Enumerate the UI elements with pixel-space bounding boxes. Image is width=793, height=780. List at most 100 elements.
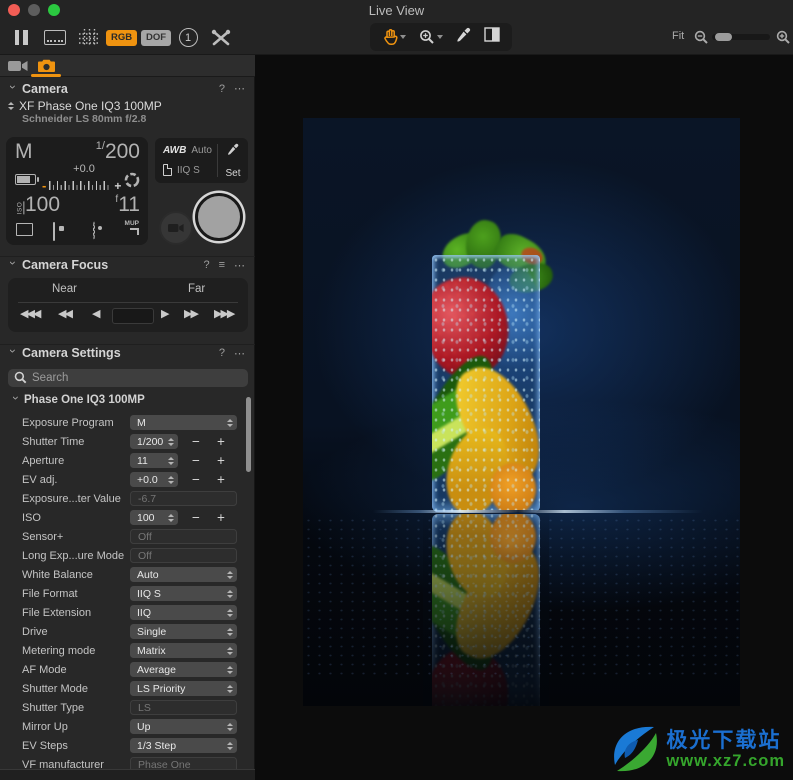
setting-dropdown[interactable]: Matrix [130, 643, 237, 658]
zoom-in-button[interactable] [774, 20, 792, 55]
setting-dropdown[interactable]: Auto [130, 567, 237, 582]
focus-far-small-button[interactable]: ▶ [161, 307, 170, 320]
iso-label: ISO [16, 201, 25, 215]
setting-stepper-field[interactable]: 100 [130, 510, 178, 525]
setting-value: Off [138, 530, 152, 543]
setting-label: Mirror Up [22, 720, 68, 733]
settings-row: Drive Single [0, 622, 255, 641]
setting-dropdown[interactable]: Average [130, 662, 237, 677]
setting-dropdown[interactable]: 1/3 Step [130, 738, 237, 753]
increment-button[interactable]: + [213, 453, 229, 468]
settings-group-header[interactable]: › Phase One IQ3 100MP [9, 393, 145, 407]
set-format-button[interactable]: Set [221, 163, 245, 181]
ev-readout[interactable]: +0.0 [73, 163, 95, 175]
collapse-chevron-icon: › [6, 261, 20, 265]
search-input[interactable] [8, 369, 248, 387]
rgb-readout-toggle[interactable]: RGB [106, 20, 138, 55]
setting-readonly-field: -6.7 [130, 491, 237, 506]
settings-row: EV adj. +0.0 − + [0, 470, 255, 489]
white-balance-row[interactable]: AWB Auto [163, 145, 212, 156]
awb-value: Auto [191, 145, 212, 156]
focus-step-input[interactable] [112, 308, 154, 324]
pick-wb-tool-button[interactable] [456, 27, 471, 48]
setting-stepper-field[interactable]: +0.0 [130, 472, 178, 487]
tab-camera[interactable] [34, 57, 58, 75]
setting-stepper-field[interactable]: 11 [130, 453, 178, 468]
setting-dropdown[interactable]: Up [130, 719, 237, 734]
more-options-icon[interactable]: ⋯ [234, 347, 245, 360]
menu-icon[interactable]: ≡ [219, 259, 225, 271]
tab-video[interactable] [6, 57, 30, 75]
grid-icon [78, 29, 98, 46]
toolbar: RGB DOF 1 Fit [0, 20, 793, 55]
more-options-icon[interactable]: ⋯ [234, 82, 245, 95]
wb-format-panel: AWB Auto IIQ S Set [155, 138, 248, 183]
liveview-canvas[interactable]: 极光下载站 www.xz7.com [255, 55, 793, 780]
setting-dropdown[interactable]: IIQ [130, 605, 237, 620]
increment-button[interactable]: + [213, 472, 229, 487]
settings-scrollbar[interactable] [246, 397, 251, 472]
setting-readonly-field: Off [130, 529, 237, 544]
far-label: Far [188, 283, 206, 295]
bubbles [432, 255, 540, 512]
settings-row: Mirror Up Up [0, 717, 255, 736]
overlay-number-button[interactable]: 1 [177, 20, 199, 55]
capture-button[interactable] [195, 193, 243, 241]
focus-near-large-button[interactable]: ◀◀◀ [20, 307, 41, 320]
magnifier-minus-icon [694, 30, 708, 44]
focus-section-header[interactable]: › Camera Focus ? ≡ ⋯ [0, 256, 255, 273]
settings-row: File Format IIQ S [0, 584, 255, 603]
dof-toggle[interactable]: DOF [141, 20, 172, 55]
setting-dropdown[interactable]: LS Priority [130, 681, 237, 696]
exposure-mode-readout[interactable]: M [15, 140, 33, 164]
more-options-icon[interactable]: ⋯ [234, 259, 245, 272]
viewer-tools-group [370, 23, 512, 51]
pan-tool-button[interactable] [383, 29, 406, 45]
before-after-tool-button[interactable] [483, 27, 500, 47]
setting-readonly-field: Off [130, 548, 237, 563]
setting-stepper-field[interactable]: 1/200 [130, 434, 178, 449]
zoom-slider-handle[interactable] [715, 33, 732, 41]
setting-value: 1/200 [137, 435, 164, 448]
loupe-tool-button[interactable] [419, 29, 443, 45]
collapse-chevron-icon: › [9, 396, 23, 400]
help-icon[interactable]: ? [219, 347, 225, 359]
setting-value: Matrix [137, 644, 166, 657]
setting-dropdown[interactable]: Single [130, 624, 237, 639]
zoom-slider[interactable] [712, 33, 770, 41]
settings-section-header[interactable]: › Camera Settings ? ⋯ [0, 344, 255, 361]
file-icon [163, 164, 172, 176]
pause-liveview-button[interactable] [10, 20, 32, 55]
setting-value: IIQ S [137, 587, 161, 600]
record-video-button[interactable] [161, 213, 191, 243]
aperture-readout[interactable]: f11 [115, 193, 140, 217]
decrement-button[interactable]: − [188, 453, 204, 468]
focus-near-medium-button[interactable]: ◀◀ [58, 307, 73, 320]
decrement-button[interactable]: − [188, 472, 204, 487]
shutter-speed-readout[interactable]: 1/200 [96, 140, 140, 164]
camera-selector[interactable]: XF Phase One IQ3 100MP [8, 99, 162, 113]
tools-button[interactable] [208, 20, 234, 55]
setting-dropdown[interactable]: M [130, 415, 237, 430]
split-view-icon [483, 27, 500, 42]
wb-pick-button[interactable] [221, 143, 245, 161]
grid-button[interactable] [76, 20, 100, 55]
record-camera-icon [168, 224, 184, 232]
decrement-button[interactable]: − [188, 434, 204, 449]
decrement-button[interactable]: − [188, 510, 204, 525]
field-updown-icon [227, 646, 233, 655]
focus-near-small-button[interactable]: ◀ [92, 307, 101, 320]
increment-button[interactable]: + [213, 510, 229, 525]
overlay-frame-button[interactable] [42, 20, 68, 55]
zoom-out-button[interactable] [692, 20, 710, 55]
focus-far-medium-button[interactable]: ▶▶ [184, 307, 199, 320]
format-row[interactable]: IIQ S [163, 164, 200, 176]
field-updown-icon [227, 589, 233, 598]
camera-section-header[interactable]: › Camera ? ⋯ [0, 80, 255, 97]
setting-dropdown[interactable]: IIQ S [130, 586, 237, 601]
help-icon[interactable]: ? [203, 259, 209, 271]
setting-label: Aperture [22, 454, 65, 467]
increment-button[interactable]: + [213, 434, 229, 449]
focus-far-large-button[interactable]: ▶▶▶ [214, 307, 235, 320]
help-icon[interactable]: ? [219, 83, 225, 95]
